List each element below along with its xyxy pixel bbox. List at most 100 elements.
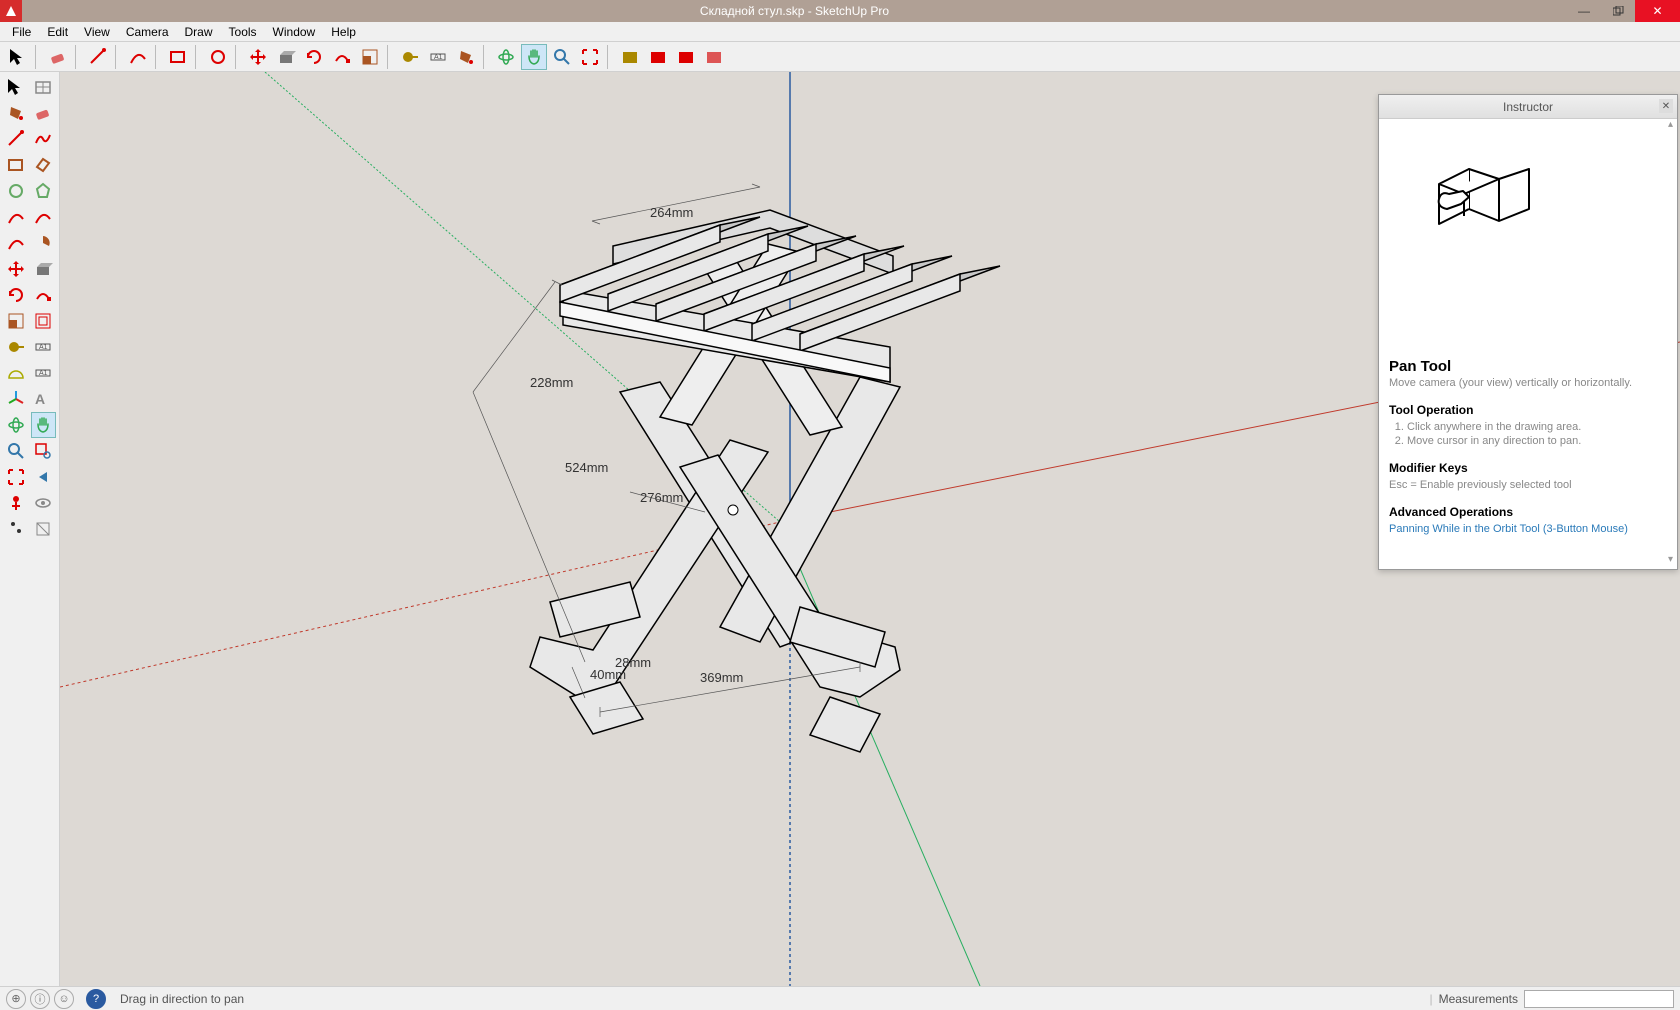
scale-tool[interactable] (3, 308, 29, 334)
maximize-button[interactable] (1601, 0, 1635, 22)
user-icon[interactable]: ☺ (54, 989, 74, 1009)
tape-measure-tool[interactable] (397, 44, 423, 70)
instructor-close-button[interactable]: ✕ (1659, 99, 1673, 113)
section-plane-tool[interactable] (31, 516, 57, 542)
workspace: A1 A1 A (0, 72, 1680, 986)
zoom-window-tool[interactable] (31, 438, 57, 464)
zoom-tool[interactable] (3, 438, 29, 464)
freehand-tool[interactable] (31, 126, 57, 152)
push-pull-tool[interactable] (31, 256, 57, 282)
instructor-op-item: Click anywhere in the drawing area. (1407, 421, 1667, 433)
rotate-tool[interactable] (3, 282, 29, 308)
rectangle-tool[interactable] (3, 152, 29, 178)
rotate-tool[interactable] (301, 44, 327, 70)
zoom-extents-tool[interactable] (577, 44, 603, 70)
scroll-down-icon[interactable]: ▾ (1668, 554, 1673, 565)
line-tool[interactable] (85, 44, 111, 70)
geolocation-icon[interactable]: ⊕ (6, 989, 26, 1009)
scale-tool[interactable] (357, 44, 383, 70)
menu-window[interactable]: Window (265, 23, 324, 41)
menu-camera[interactable]: Camera (118, 23, 177, 41)
paint-bucket-tool[interactable] (3, 100, 29, 126)
walk-tool[interactable] (3, 516, 29, 542)
line-tool[interactable] (3, 126, 29, 152)
zoom-tool[interactable] (549, 44, 575, 70)
circle-tool[interactable] (3, 178, 29, 204)
title-bar: Складной стул.skp - SketchUp Pro — ✕ (0, 0, 1680, 22)
status-hint: Drag in direction to pan (120, 992, 244, 1006)
menu-file[interactable]: File (4, 23, 39, 41)
pan-tool[interactable] (31, 412, 57, 438)
instructor-op-item: Move cursor in any direction to pan. (1407, 435, 1667, 447)
arc-tool[interactable] (3, 204, 29, 230)
rotated-rectangle-tool[interactable] (31, 152, 57, 178)
tape-measure-tool[interactable] (3, 334, 29, 360)
dim-524: 524mm (565, 460, 608, 475)
circle-tool[interactable] (205, 44, 231, 70)
rectangle-tool[interactable] (165, 44, 191, 70)
menu-draw[interactable]: Draw (177, 23, 221, 41)
instructor-illustration (1389, 129, 1667, 354)
dimension-tool[interactable]: A1 (425, 44, 451, 70)
app-icon (0, 0, 22, 22)
eraser-tool[interactable] (31, 100, 57, 126)
offset-tool[interactable] (31, 308, 57, 334)
get-models-tool[interactable] (617, 44, 643, 70)
toolbar-top: A1 (0, 42, 1680, 72)
menu-view[interactable]: View (76, 23, 118, 41)
pan-tool[interactable] (521, 44, 547, 70)
menu-help[interactable]: Help (323, 23, 364, 41)
instructor-op-title: Tool Operation (1389, 403, 1667, 417)
protractor-tool[interactable] (3, 360, 29, 386)
minimize-button[interactable]: — (1567, 0, 1601, 22)
push-pull-tool[interactable] (273, 44, 299, 70)
instructor-tool-desc: Move camera (your view) vertically or ho… (1389, 377, 1667, 389)
paint-bucket-tool[interactable] (453, 44, 479, 70)
scroll-up-icon[interactable]: ▴ (1668, 119, 1673, 130)
instructor-header[interactable]: Instructor ✕ (1379, 95, 1677, 119)
make-component-tool[interactable] (31, 74, 57, 100)
follow-me-tool[interactable] (329, 44, 355, 70)
follow-me-tool[interactable] (31, 282, 57, 308)
select-tool[interactable] (3, 74, 29, 100)
previous-tool[interactable] (31, 464, 57, 490)
3point-arc-tool[interactable] (3, 230, 29, 256)
layout-tool[interactable] (701, 44, 727, 70)
orbit-tool[interactable] (493, 44, 519, 70)
3d-text-tool[interactable]: A (31, 386, 57, 412)
viewport[interactable]: 264mm 228mm 524mm 276mm 28mm 40mm 369mm (60, 72, 1680, 986)
instructor-adv-link[interactable]: Panning While in the Orbit Tool (3-Butto… (1389, 523, 1628, 535)
window-controls: — ✕ (1567, 0, 1680, 22)
move-tool[interactable] (245, 44, 271, 70)
svg-text:A1: A1 (39, 370, 48, 377)
axes-tool[interactable] (3, 386, 29, 412)
select-tool[interactable] (5, 44, 31, 70)
look-around-tool[interactable] (31, 490, 57, 516)
menu-edit[interactable]: Edit (39, 23, 76, 41)
extension-warehouse-tool[interactable] (673, 44, 699, 70)
zoom-extents-tool[interactable] (3, 464, 29, 490)
menu-bar: File Edit View Camera Draw Tools Window … (0, 22, 1680, 42)
left-toolbar: A1 A1 A (0, 72, 60, 986)
dimension-tool[interactable]: A1 (31, 334, 57, 360)
dim-276: 276mm (640, 490, 683, 505)
move-tool[interactable] (3, 256, 29, 282)
position-camera-tool[interactable] (3, 490, 29, 516)
share-model-tool[interactable] (645, 44, 671, 70)
instructor-adv-title: Advanced Operations (1389, 505, 1667, 519)
svg-text:A1: A1 (39, 344, 48, 351)
close-button[interactable]: ✕ (1635, 0, 1680, 22)
polygon-tool[interactable] (31, 178, 57, 204)
credits-icon[interactable]: ⓘ (30, 989, 50, 1009)
arc-tool[interactable] (125, 44, 151, 70)
2point-arc-tool[interactable] (31, 204, 57, 230)
eraser-tool[interactable] (45, 44, 71, 70)
measurements-label: Measurements (1439, 992, 1518, 1006)
menu-tools[interactable]: Tools (221, 23, 265, 41)
text-tool[interactable]: A1 (31, 360, 57, 386)
instructor-body: ▴ Pan Tool Mo (1379, 119, 1677, 569)
measurements-input[interactable] (1524, 990, 1674, 1008)
help-icon[interactable]: ? (86, 989, 106, 1009)
pie-tool[interactable] (31, 230, 57, 256)
orbit-tool[interactable] (3, 412, 29, 438)
